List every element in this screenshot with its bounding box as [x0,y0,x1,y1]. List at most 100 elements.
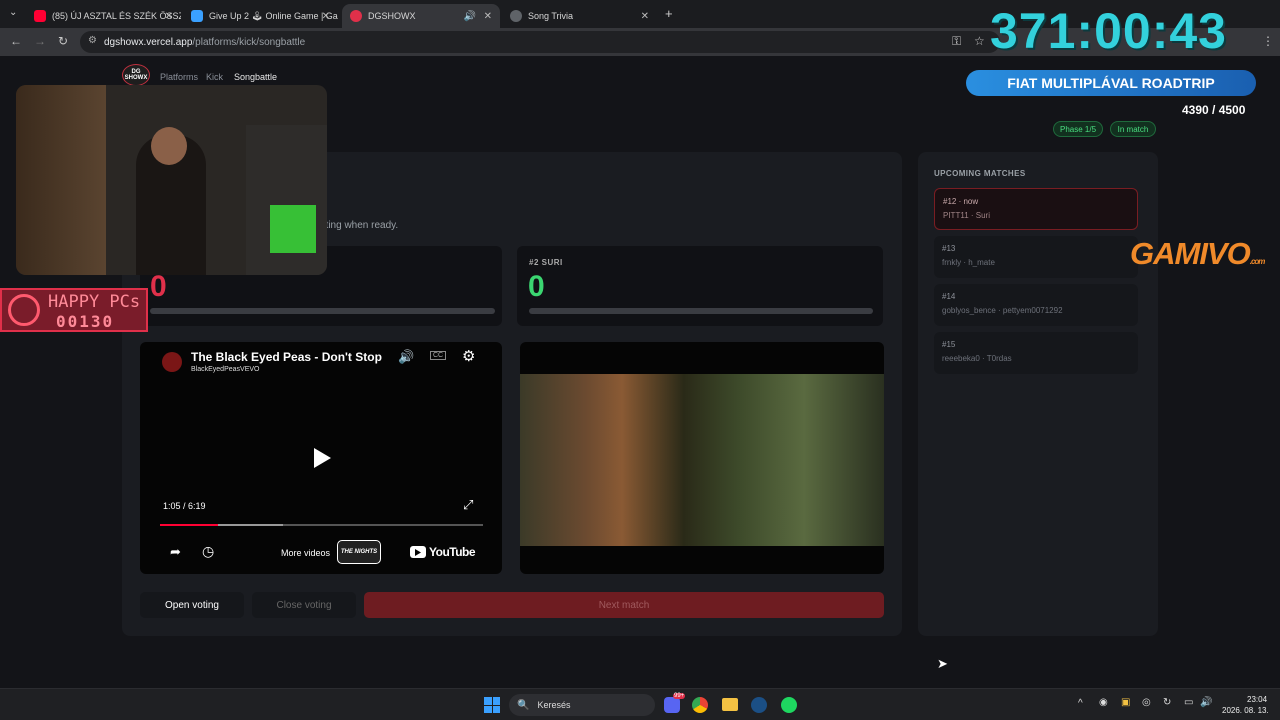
video-progress-fill [160,524,219,526]
volume-tray-icon[interactable]: 🔊 [1200,697,1212,708]
mouse-cursor-icon: ➤ [937,656,948,671]
upcoming-matches-panel: UPCOMING MATCHES #12 · now PITT11 · Suri… [918,152,1158,636]
gamivo-sponsor-logo: GAMIVO.com [1130,236,1265,272]
clock-date[interactable]: 2026. 08. 13. [1222,706,1269,715]
fullscreen-icon[interactable]: ⤢ [463,497,473,513]
phase-badge: Phase 1/5 [1053,121,1103,137]
tab-label: Song Trivia [528,11,574,21]
tab-label: DGSHOWX [368,11,416,21]
match-number: #12 · now [943,197,979,206]
match-players: reeebeka0 · T0rdas [942,354,1012,363]
match-number: #13 [942,244,956,253]
tab-close-icon[interactable]: ✕ [322,11,330,22]
more-videos-thumbnail[interactable]: THE NIGHTS [337,540,381,564]
speaker-icon[interactable]: 🔊 [464,11,476,22]
youtube-play-icon [410,546,426,558]
happy-pcs-count: 00130 [56,312,115,331]
taskbar: 🔍 Keresés 99+ ^ ◉ ▣ ◎ ↻ ▭ 🔊 23:04 2026. … [0,688,1280,720]
list-item[interactable]: #15 reeebeka0 · T0rdas [934,332,1138,374]
tab-close-icon[interactable]: ✕ [641,11,649,22]
site-info-icon[interactable]: ⚙ [88,35,97,46]
player-two-card: #2 SURI 0 [517,246,883,326]
game-favicon-icon [191,10,203,22]
tray-steam-icon[interactable]: ◉ [1099,697,1108,708]
tab-dgshowx[interactable]: DGSHOWX 🔊 ✕ [342,4,500,28]
url-host: dgshowx.vercel.app [104,36,193,48]
new-tab-plus-icon[interactable]: + [665,6,673,21]
tab-close-icon[interactable]: ✕ [165,11,173,22]
video-title[interactable]: The Black Eyed Peas - Don't Stop [191,350,383,364]
volume-icon[interactable]: 🔊 [398,349,414,365]
chrome-icon[interactable] [692,697,708,713]
youtube-player[interactable]: The Black Eyed Peas - Don't Stop BlackEy… [140,342,502,574]
tray-sync-icon[interactable]: ↻ [1163,697,1171,708]
steam-icon[interactable] [751,697,767,713]
clock-time[interactable]: 23:04 [1247,695,1267,704]
list-item[interactable]: #14 goblyos_bence · pettyem0071292 [934,284,1138,326]
forward-arrow-icon[interactable]: → [34,34,46,48]
taskbar-search[interactable]: 🔍 Keresés [509,694,655,716]
bookmark-star-icon[interactable]: ☆ [974,34,985,48]
close-voting-button[interactable]: Close voting [252,592,356,618]
more-videos-label[interactable]: More videos [281,548,330,558]
next-match-button[interactable]: Next match [364,592,884,618]
windows-start-icon[interactable] [484,697,500,713]
video-time: 1:05 / 6:19 [163,501,206,511]
reload-icon[interactable]: ↻ [58,34,68,48]
video-buffer [218,524,283,526]
tab-song-trivia[interactable]: Song Trivia ✕ [502,4,657,28]
file-explorer-icon[interactable] [722,698,738,711]
tray-discord-icon[interactable]: ◎ [1142,697,1151,708]
streamer-head [151,127,187,165]
tab-search-chevron-icon[interactable]: ⌄ [9,7,17,18]
settings-gear-icon[interactable]: ⚙ [462,347,475,365]
share-icon[interactable]: ➦ [170,544,181,560]
captions-icon[interactable]: CC [430,351,447,360]
search-placeholder: Keresés [537,700,571,710]
upcoming-title: UPCOMING MATCHES [934,169,1026,178]
tab-youtube[interactable]: (85) ÚJ ASZTAL ÉS SZÉK ÖSSZEÉ ✕ [26,4,181,28]
channel-avatar[interactable] [162,352,182,372]
watch-later-clock-icon[interactable]: ◷ [202,543,214,560]
spotify-icon[interactable] [781,697,797,713]
back-arrow-icon[interactable]: ← [10,34,22,48]
video-progress-track[interactable] [160,524,483,526]
discord-icon[interactable] [664,697,680,713]
opponent-video-player[interactable] [520,342,884,574]
notification-badge: 99+ [673,693,686,699]
wall-panel [16,85,106,275]
network-icon[interactable]: ▭ [1184,697,1193,708]
happy-pcs-logo-icon [8,294,40,326]
tray-expand-icon[interactable]: ^ [1078,698,1083,709]
match-players: frnkly · h_mate [942,258,995,267]
breadcrumb-kick[interactable]: Kick [206,72,223,82]
trivia-favicon-icon [510,10,522,22]
webcam-overlay [16,85,327,275]
player-one-vote-bar [150,308,495,314]
youtube-favicon-icon [34,10,46,22]
match-number: #14 [942,292,956,301]
dgshowx-favicon-icon [350,10,362,22]
youtube-logo[interactable]: YouTube [410,545,476,559]
play-icon[interactable] [312,447,332,469]
match-number: #15 [942,340,956,349]
player-two-label: #2 SURI [529,258,563,267]
search-icon: 🔍 [517,699,530,711]
list-item[interactable]: #13 frnkly · h_mate [934,236,1138,278]
key-icon[interactable]: ⚿ [952,34,961,49]
dgshowx-logo[interactable]: DG SHOWX [122,64,150,86]
tab-close-icon[interactable]: ✕ [484,11,492,22]
address-bar[interactable]: ⚙ dgshowx.vercel.app/platforms/kick/song… [80,31,1000,53]
open-voting-button[interactable]: Open voting [140,592,244,618]
tab-label: (85) ÚJ ASZTAL ÉS SZÉK ÖSSZEÉ [52,11,181,21]
video-channel[interactable]: BlackEyedPeasVEVO [191,366,259,373]
player-two-score: 0 [528,270,545,303]
match-players: goblyos_bence · pettyem0071292 [942,306,1063,315]
gamivo-wordmark: GAMIVO [1130,236,1251,271]
tray-app-icon[interactable]: ▣ [1121,697,1130,708]
video-frame [520,374,884,546]
list-item[interactable]: #12 · now PITT11 · Suri [934,188,1138,230]
breadcrumb-platforms[interactable]: Platforms [160,72,198,82]
menu-kebab-icon[interactable]: ⋮ [1262,34,1274,48]
tab-give-up[interactable]: Give Up 2 🕹 Online Game | Ga ✕ [183,4,338,28]
